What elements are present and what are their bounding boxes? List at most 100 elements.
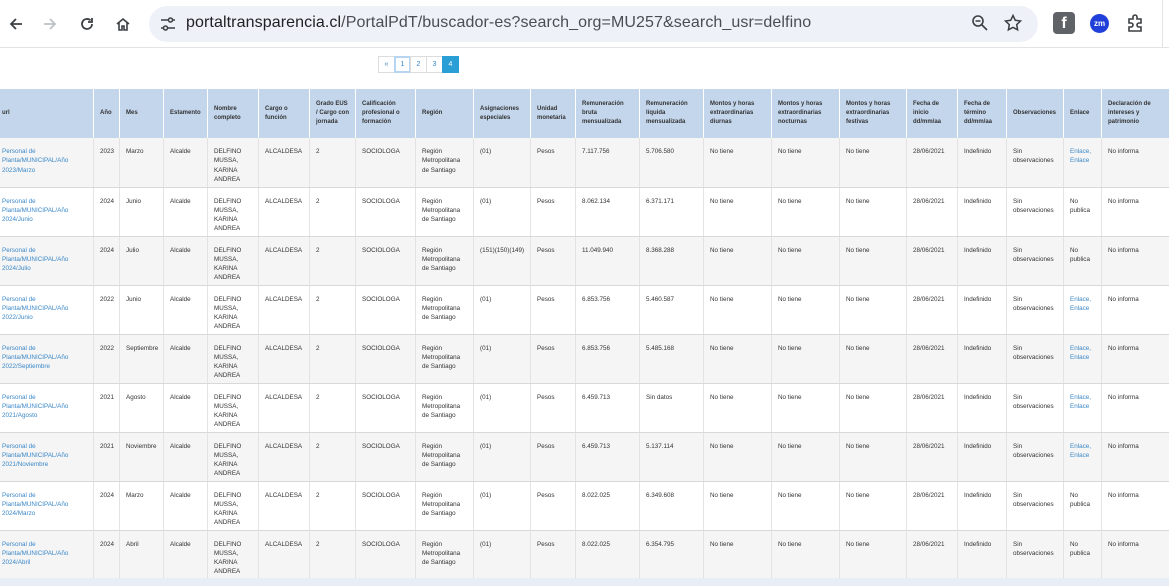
column-header: url [0,89,94,138]
pagination-page-4[interactable]: 4 [442,56,459,73]
cell-bruta: 6.459.713 [575,432,640,482]
cell-enlace: Enlace, Enlace [1063,432,1102,482]
column-header: Mes [119,89,164,138]
cell-nombre: DELFINO MUSSA, KARINA ANDREA [207,383,259,433]
home-button[interactable] [107,8,139,40]
cell-inicio: 28/06/2021 [906,481,958,531]
cell-diurnas: No tiene [703,383,772,433]
cell-liquida: 5.485.168 [639,334,704,384]
record-link[interactable]: Personal de Planta/MUNICIPAL/Año 2023/Ma… [2,148,68,174]
record-link[interactable]: Personal de Planta/MUNICIPAL/Año 2021/Ag… [2,394,68,420]
cell-grado: 2 [309,383,356,433]
cell-enlace: No publica [1063,236,1102,286]
cell-declaracion: No informa [1101,530,1169,580]
extensions-puzzle-icon[interactable] [1125,12,1147,34]
cell-nocturnas: No tiene [771,138,840,188]
cell-enlace: No publica [1063,481,1102,531]
table-row: Personal de Planta/MUNICIPAL/Año 2022/Se… [0,334,1169,384]
table-row: Personal de Planta/MUNICIPAL/Año 2024/Ma… [0,481,1169,531]
pagination-page-2[interactable]: 2 [410,56,427,73]
record-link[interactable]: Personal de Planta/MUNICIPAL/Año 2021/No… [2,443,68,469]
cell-asignaciones: (01) [473,432,531,482]
table-row: Personal de Planta/MUNICIPAL/Año 2024/Ab… [0,530,1169,580]
cell-diurnas: No tiene [703,236,772,286]
cell-termino: Indefinido [957,432,1007,482]
cell-estamento: Alcalde [163,138,208,188]
cell-festivas: No tiene [839,334,907,384]
cell-calificacion: SOCIOLOGA [355,334,416,384]
cell-cargo: ALCALDESA [258,481,310,531]
enlace-link[interactable]: Enlace, Enlace [1070,394,1091,410]
cell-anio: 2024 [93,187,120,237]
cell-declaracion: No informa [1101,334,1169,384]
site-settings-icon[interactable] [159,15,177,33]
horizontal-scrollbar[interactable] [0,578,1169,586]
column-header: Nombre completo [207,89,259,138]
cell-liquida: 6.371.171 [639,187,704,237]
cell-grado: 2 [309,530,356,580]
url-text[interactable]: portaltransparencia.cl/PortalPdT/buscado… [186,14,811,32]
cell-inicio: 28/06/2021 [906,285,958,335]
record-link[interactable]: Personal de Planta/MUNICIPAL/Año 2022/Ju… [2,296,68,322]
enlace-link[interactable]: Enlace, Enlace [1070,296,1091,312]
facebook-extension-icon[interactable]: f [1053,12,1075,34]
cell-declaracion: No informa [1101,481,1169,531]
cell-region: Región Metropolitana de Santiago [415,383,474,433]
pagination-page-1[interactable]: 1 [394,56,411,73]
record-link[interactable]: Personal de Planta/MUNICIPAL/Año 2024/Ab… [2,541,68,567]
cell-declaracion: No informa [1101,138,1169,188]
cell-nombre: DELFINO MUSSA, KARINA ANDREA [207,481,259,531]
zoom-extension-icon[interactable]: zm [1090,14,1109,33]
cell-festivas: No tiene [839,432,907,482]
enlace-link[interactable]: Enlace, Enlace [1070,345,1091,361]
cell-calificacion: SOCIOLOGA [355,285,416,335]
cell-asignaciones: (01) [473,285,531,335]
cell-nombre: DELFINO MUSSA, KARINA ANDREA [207,138,259,188]
cell-enlace: Enlace, Enlace [1063,138,1102,188]
record-link[interactable]: Personal de Planta/MUNICIPAL/Año 2024/Ma… [2,492,68,518]
table-row: Personal de Planta/MUNICIPAL/Año 2021/Ag… [0,383,1169,433]
forward-button[interactable] [34,8,66,40]
address-bar[interactable]: portaltransparencia.cl/PortalPdT/buscado… [149,6,1038,42]
cell-inicio: 28/06/2021 [906,334,958,384]
cell-anio: 2021 [93,383,120,433]
cell-asignaciones: (01) [473,530,531,580]
cell-enlace: Enlace, Enlace [1063,334,1102,384]
pagination-page-3[interactable]: 3 [426,56,443,73]
cell-region: Región Metropolitana de Santiago [415,187,474,237]
reload-button[interactable] [71,8,103,40]
cell-region: Región Metropolitana de Santiago [415,285,474,335]
cell-enlace: Enlace, Enlace [1063,285,1102,335]
zoom-icon[interactable] [971,14,989,32]
cell-calificacion: SOCIOLOGA [355,432,416,482]
column-header: Remuneración bruta mensualizada [575,89,640,138]
cell-declaracion: No informa [1101,187,1169,237]
cell-unidad: Pesos [530,138,576,188]
cell-cargo: ALCALDESA [258,432,310,482]
pagination-prev[interactable]: « [378,56,395,73]
cell-nombre: DELFINO MUSSA, KARINA ANDREA [207,530,259,580]
cell-anio: 2024 [93,481,120,531]
record-link[interactable]: Personal de Planta/MUNICIPAL/Año 2022/Se… [2,345,68,371]
cell-diurnas: No tiene [703,285,772,335]
bookmark-star-icon[interactable] [1003,13,1023,33]
cell-region: Región Metropolitana de Santiago [415,138,474,188]
cell-unidad: Pesos [530,236,576,286]
cell-url: Personal de Planta/MUNICIPAL/Año 2024/Ju… [0,236,94,286]
enlace-link[interactable]: Enlace, Enlace [1070,443,1091,459]
cell-nombre: DELFINO MUSSA, KARINA ANDREA [207,285,259,335]
column-header: Asignaciones especiales [473,89,531,138]
cell-termino: Indefinido [957,187,1007,237]
record-link[interactable]: Personal de Planta/MUNICIPAL/Año 2024/Ju… [2,198,68,224]
back-button[interactable] [0,8,32,40]
cell-termino: Indefinido [957,285,1007,335]
cell-mes: Abril [119,530,164,580]
enlace-link[interactable]: Enlace, Enlace [1070,148,1091,164]
cell-nocturnas: No tiene [771,432,840,482]
cell-liquida: 6.349.608 [639,481,704,531]
record-link[interactable]: Personal de Planta/MUNICIPAL/Año 2024/Ju… [2,247,68,273]
cell-cargo: ALCALDESA [258,334,310,384]
cell-cargo: ALCALDESA [258,383,310,433]
cell-obs: Sin observaciones [1006,138,1064,188]
cell-liquida: 6.354.795 [639,530,704,580]
